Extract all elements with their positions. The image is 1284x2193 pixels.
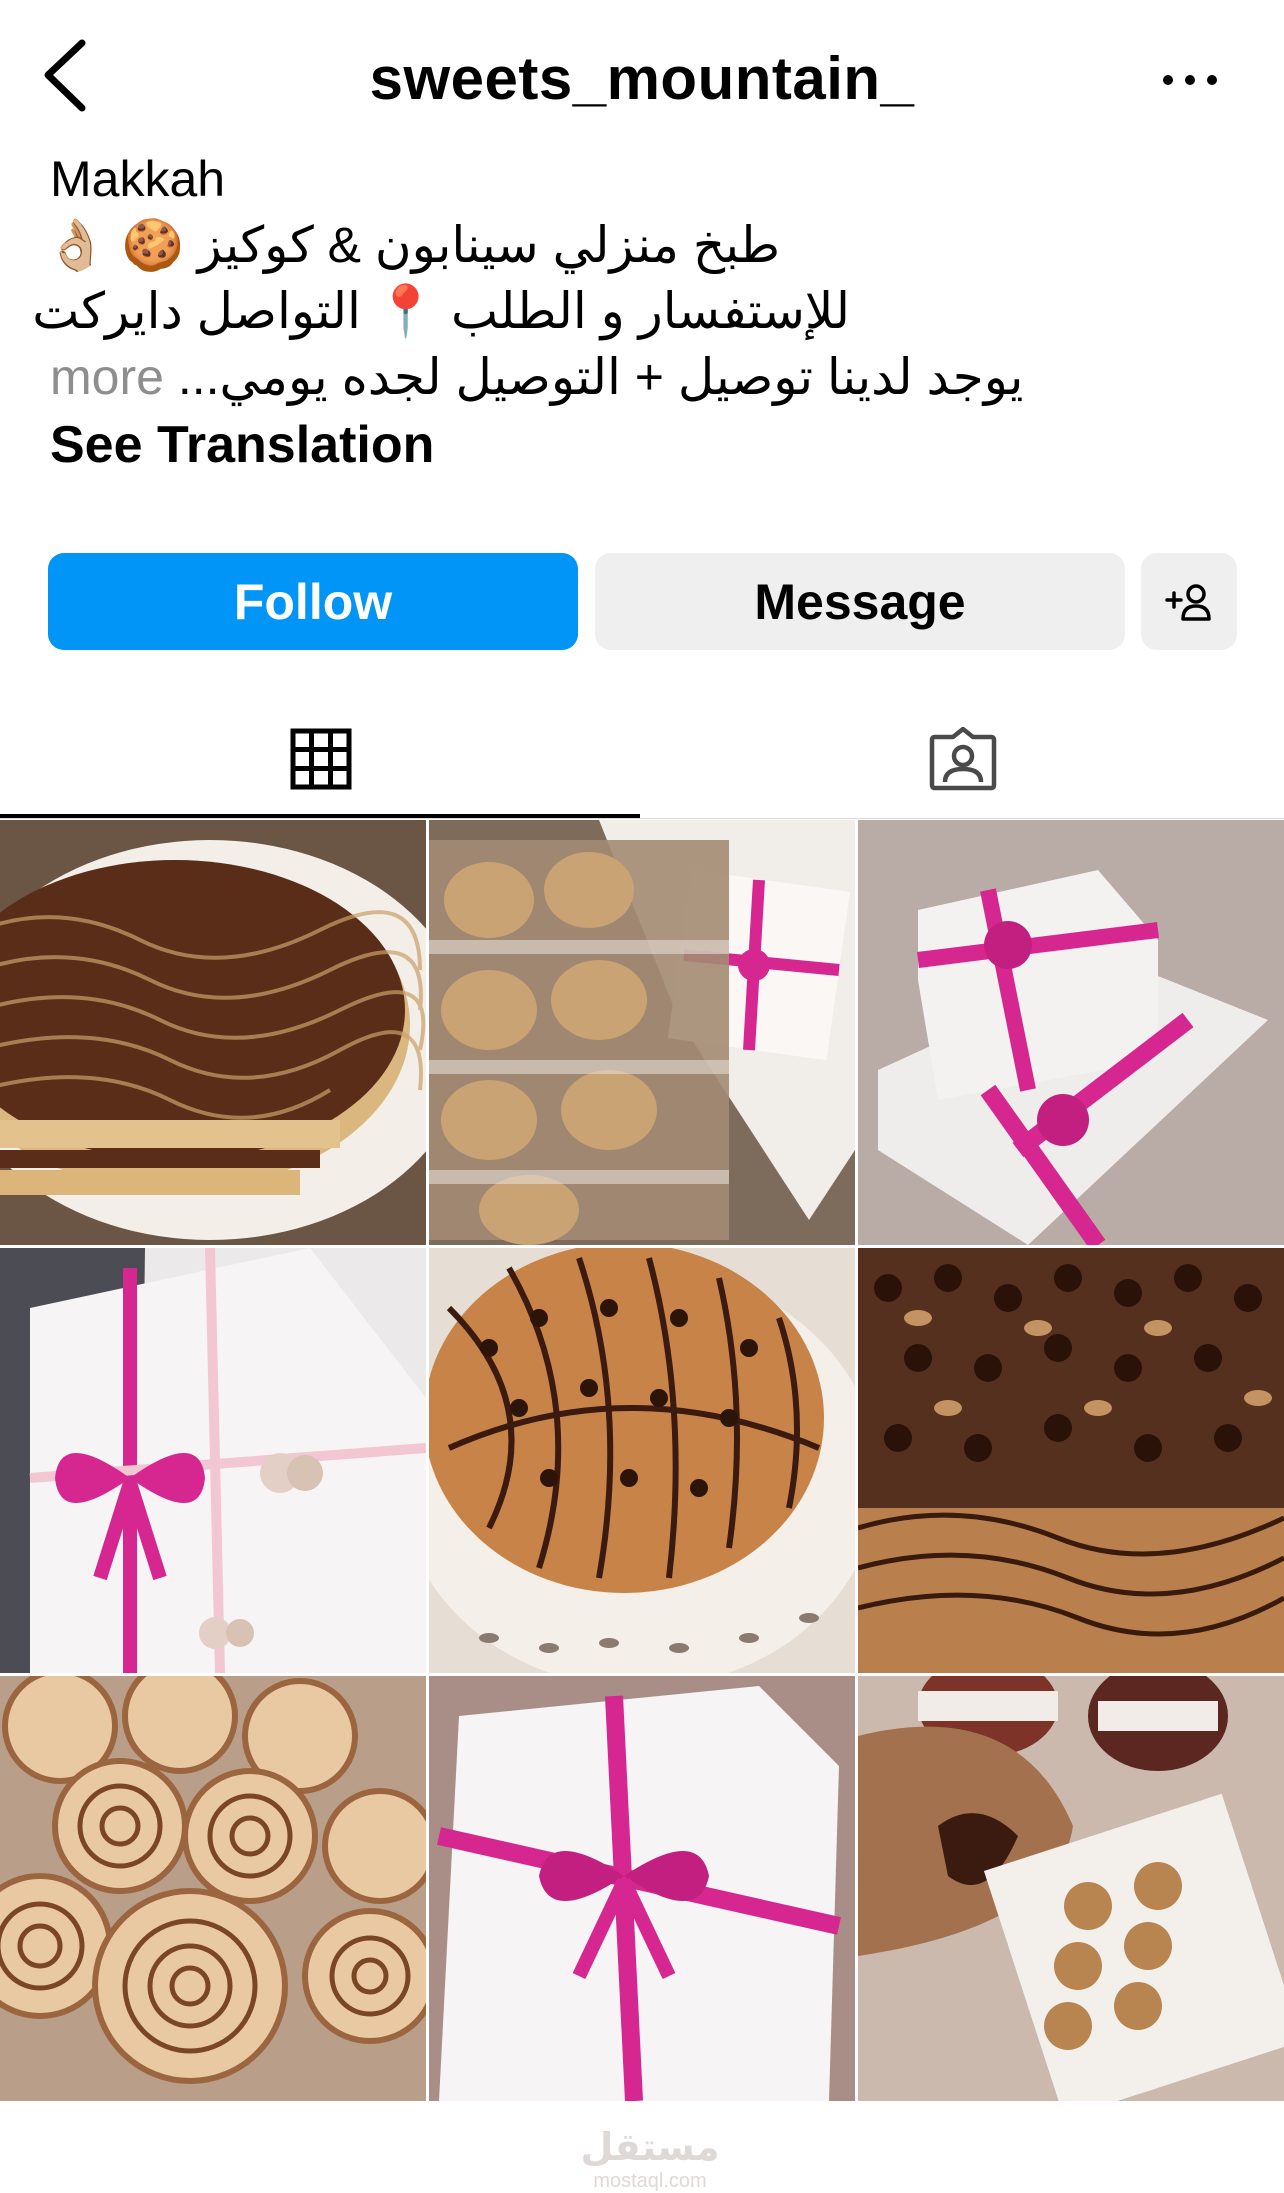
grid-icon bbox=[290, 728, 352, 790]
posts-grid: مستقل mostaql.com bbox=[0, 820, 1284, 2192]
profile-bio: Makkah طبخ منزلي سينابون & كوكيز 🍪 👌🏼 لل… bbox=[32, 146, 1250, 480]
suggested-users-button[interactable] bbox=[1141, 553, 1237, 650]
tagged-person-icon bbox=[929, 727, 997, 791]
post-wrapped-cookies-box[interactable] bbox=[429, 820, 855, 1245]
message-button[interactable]: Message bbox=[595, 553, 1125, 650]
more-link[interactable]: more bbox=[50, 349, 164, 405]
post-white-box-pink-bow[interactable] bbox=[0, 1248, 426, 1673]
post-chocolate-drizzle-closeup[interactable] bbox=[858, 1248, 1284, 1673]
profile-tabs bbox=[0, 700, 1284, 819]
post-box-pink-ribbon-watermark[interactable] bbox=[429, 1676, 855, 2101]
person-add-icon bbox=[1165, 583, 1211, 621]
profile-username: sweets_mountain_ bbox=[369, 45, 915, 112]
tabs-divider bbox=[0, 818, 1284, 819]
tab-tagged[interactable] bbox=[642, 700, 1284, 818]
post-cinnamon-rolls[interactable] bbox=[0, 1676, 426, 2101]
bio-line-2: للإستفسار و الطلب 📍 التواصل دايركت bbox=[32, 283, 850, 339]
profile-actions: Follow Message bbox=[48, 553, 1238, 650]
post-gift-boxes-pink-ribbon[interactable] bbox=[858, 820, 1284, 1245]
see-translation-link[interactable]: See Translation bbox=[50, 410, 1250, 480]
post-chocolate-chip-cookie-pizza[interactable] bbox=[429, 1248, 855, 1673]
post-nutella-cookie[interactable] bbox=[858, 1676, 1284, 2101]
post-chocolate-cookie-cake[interactable] bbox=[0, 820, 426, 1245]
ellipsis-icon[interactable] bbox=[1160, 70, 1220, 90]
follow-button[interactable]: Follow bbox=[48, 553, 578, 650]
profile-header: sweets_mountain_ bbox=[0, 0, 1284, 160]
watermark-english: mostaql.com bbox=[593, 2170, 707, 2192]
watermark: مستقل mostaql.com bbox=[560, 2125, 740, 2193]
tab-posts-grid[interactable] bbox=[0, 700, 642, 818]
bio-line-1: طبخ منزلي سينابون & كوكيز 🍪 👌🏼 bbox=[45, 217, 780, 273]
bio-line-3: more يوجد لدينا توصيل + التوصيل لجده يوم… bbox=[50, 344, 1250, 410]
bio-location: Makkah bbox=[50, 151, 226, 207]
watermark-arabic: مستقل bbox=[580, 2127, 720, 2169]
bio-line-3-text: يوجد لدينا توصيل + التوصيل لجده يومي... bbox=[177, 349, 1024, 405]
